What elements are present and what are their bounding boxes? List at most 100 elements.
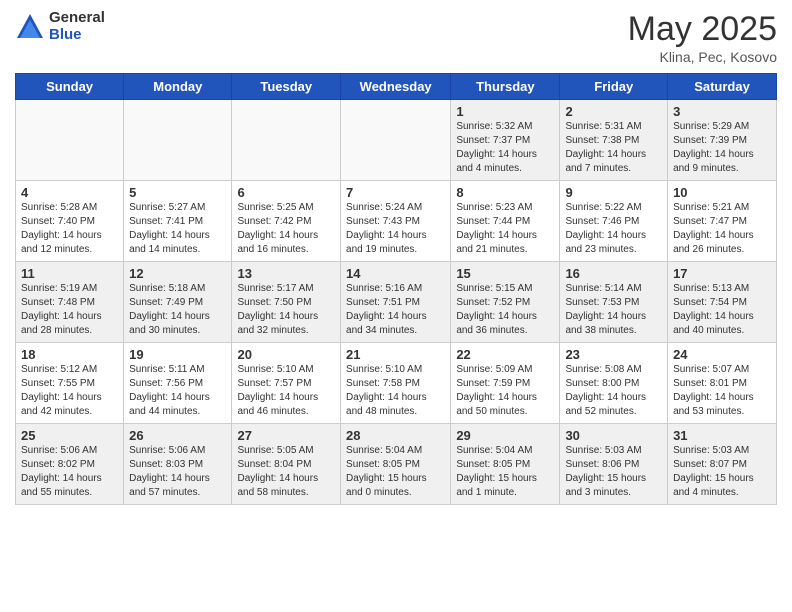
day-info: Sunrise: 5:14 AM Sunset: 7:53 PM Dayligh… [565, 282, 662, 338]
logo-icon [15, 12, 45, 42]
col-header-thursday: Thursday [451, 74, 560, 100]
day-number: 25 [21, 428, 118, 443]
day-info: Sunrise: 5:10 AM Sunset: 7:58 PM Dayligh… [346, 363, 445, 419]
day-number: 5 [129, 185, 226, 200]
day-number: 19 [129, 347, 226, 362]
calendar-cell [16, 100, 124, 181]
day-number: 7 [346, 185, 445, 200]
day-info: Sunrise: 5:21 AM Sunset: 7:47 PM Dayligh… [673, 201, 771, 257]
day-number: 11 [21, 266, 118, 281]
calendar-cell: 22Sunrise: 5:09 AM Sunset: 7:59 PM Dayli… [451, 343, 560, 424]
day-info: Sunrise: 5:25 AM Sunset: 7:42 PM Dayligh… [237, 201, 335, 257]
day-number: 16 [565, 266, 662, 281]
day-info: Sunrise: 5:32 AM Sunset: 7:37 PM Dayligh… [456, 120, 554, 176]
col-header-sunday: Sunday [16, 74, 124, 100]
day-info: Sunrise: 5:08 AM Sunset: 8:00 PM Dayligh… [565, 363, 662, 419]
day-info: Sunrise: 5:04 AM Sunset: 8:05 PM Dayligh… [346, 444, 445, 500]
calendar-cell: 19Sunrise: 5:11 AM Sunset: 7:56 PM Dayli… [124, 343, 232, 424]
day-number: 24 [673, 347, 771, 362]
day-info: Sunrise: 5:03 AM Sunset: 8:06 PM Dayligh… [565, 444, 662, 500]
day-info: Sunrise: 5:05 AM Sunset: 8:04 PM Dayligh… [237, 444, 335, 500]
calendar-cell: 28Sunrise: 5:04 AM Sunset: 8:05 PM Dayli… [341, 424, 451, 505]
day-info: Sunrise: 5:23 AM Sunset: 7:44 PM Dayligh… [456, 201, 554, 257]
calendar-cell: 25Sunrise: 5:06 AM Sunset: 8:02 PM Dayli… [16, 424, 124, 505]
calendar-cell: 23Sunrise: 5:08 AM Sunset: 8:00 PM Dayli… [560, 343, 668, 424]
day-info: Sunrise: 5:16 AM Sunset: 7:51 PM Dayligh… [346, 282, 445, 338]
calendar-cell [341, 100, 451, 181]
day-number: 9 [565, 185, 662, 200]
calendar-cell: 13Sunrise: 5:17 AM Sunset: 7:50 PM Dayli… [232, 262, 341, 343]
calendar-cell: 31Sunrise: 5:03 AM Sunset: 8:07 PM Dayli… [668, 424, 777, 505]
day-number: 13 [237, 266, 335, 281]
day-number: 21 [346, 347, 445, 362]
calendar-header-row: SundayMondayTuesdayWednesdayThursdayFrid… [16, 74, 777, 100]
day-info: Sunrise: 5:13 AM Sunset: 7:54 PM Dayligh… [673, 282, 771, 338]
calendar-cell: 26Sunrise: 5:06 AM Sunset: 8:03 PM Dayli… [124, 424, 232, 505]
calendar-cell: 4Sunrise: 5:28 AM Sunset: 7:40 PM Daylig… [16, 181, 124, 262]
calendar-cell: 27Sunrise: 5:05 AM Sunset: 8:04 PM Dayli… [232, 424, 341, 505]
day-info: Sunrise: 5:09 AM Sunset: 7:59 PM Dayligh… [456, 363, 554, 419]
day-info: Sunrise: 5:10 AM Sunset: 7:57 PM Dayligh… [237, 363, 335, 419]
calendar-cell: 30Sunrise: 5:03 AM Sunset: 8:06 PM Dayli… [560, 424, 668, 505]
day-info: Sunrise: 5:27 AM Sunset: 7:41 PM Dayligh… [129, 201, 226, 257]
day-info: Sunrise: 5:06 AM Sunset: 8:03 PM Dayligh… [129, 444, 226, 500]
day-info: Sunrise: 5:07 AM Sunset: 8:01 PM Dayligh… [673, 363, 771, 419]
calendar-cell: 18Sunrise: 5:12 AM Sunset: 7:55 PM Dayli… [16, 343, 124, 424]
day-number: 1 [456, 104, 554, 119]
calendar-cell: 15Sunrise: 5:15 AM Sunset: 7:52 PM Dayli… [451, 262, 560, 343]
day-number: 6 [237, 185, 335, 200]
calendar-cell: 21Sunrise: 5:10 AM Sunset: 7:58 PM Dayli… [341, 343, 451, 424]
calendar-cell: 7Sunrise: 5:24 AM Sunset: 7:43 PM Daylig… [341, 181, 451, 262]
day-number: 31 [673, 428, 771, 443]
day-number: 14 [346, 266, 445, 281]
calendar-cell: 8Sunrise: 5:23 AM Sunset: 7:44 PM Daylig… [451, 181, 560, 262]
logo-blue: Blue [49, 27, 105, 44]
calendar-cell: 3Sunrise: 5:29 AM Sunset: 7:39 PM Daylig… [668, 100, 777, 181]
calendar-week-row: 18Sunrise: 5:12 AM Sunset: 7:55 PM Dayli… [16, 343, 777, 424]
calendar-cell: 20Sunrise: 5:10 AM Sunset: 7:57 PM Dayli… [232, 343, 341, 424]
calendar-week-row: 4Sunrise: 5:28 AM Sunset: 7:40 PM Daylig… [16, 181, 777, 262]
day-info: Sunrise: 5:28 AM Sunset: 7:40 PM Dayligh… [21, 201, 118, 257]
calendar: SundayMondayTuesdayWednesdayThursdayFrid… [15, 73, 777, 505]
page: General Blue May 2025 Klina, Pec, Kosovo… [0, 0, 792, 612]
calendar-cell: 9Sunrise: 5:22 AM Sunset: 7:46 PM Daylig… [560, 181, 668, 262]
day-info: Sunrise: 5:24 AM Sunset: 7:43 PM Dayligh… [346, 201, 445, 257]
day-info: Sunrise: 5:31 AM Sunset: 7:38 PM Dayligh… [565, 120, 662, 176]
col-header-tuesday: Tuesday [232, 74, 341, 100]
calendar-cell: 12Sunrise: 5:18 AM Sunset: 7:49 PM Dayli… [124, 262, 232, 343]
day-number: 17 [673, 266, 771, 281]
day-number: 27 [237, 428, 335, 443]
logo: General Blue [15, 10, 105, 43]
calendar-cell: 17Sunrise: 5:13 AM Sunset: 7:54 PM Dayli… [668, 262, 777, 343]
day-number: 20 [237, 347, 335, 362]
calendar-cell: 6Sunrise: 5:25 AM Sunset: 7:42 PM Daylig… [232, 181, 341, 262]
header: General Blue May 2025 Klina, Pec, Kosovo [15, 10, 777, 65]
day-info: Sunrise: 5:11 AM Sunset: 7:56 PM Dayligh… [129, 363, 226, 419]
calendar-cell: 16Sunrise: 5:14 AM Sunset: 7:53 PM Dayli… [560, 262, 668, 343]
day-number: 22 [456, 347, 554, 362]
day-info: Sunrise: 5:12 AM Sunset: 7:55 PM Dayligh… [21, 363, 118, 419]
calendar-cell: 29Sunrise: 5:04 AM Sunset: 8:05 PM Dayli… [451, 424, 560, 505]
calendar-cell: 5Sunrise: 5:27 AM Sunset: 7:41 PM Daylig… [124, 181, 232, 262]
col-header-monday: Monday [124, 74, 232, 100]
day-info: Sunrise: 5:17 AM Sunset: 7:50 PM Dayligh… [237, 282, 335, 338]
day-info: Sunrise: 5:06 AM Sunset: 8:02 PM Dayligh… [21, 444, 118, 500]
calendar-cell: 11Sunrise: 5:19 AM Sunset: 7:48 PM Dayli… [16, 262, 124, 343]
day-number: 15 [456, 266, 554, 281]
calendar-cell: 14Sunrise: 5:16 AM Sunset: 7:51 PM Dayli… [341, 262, 451, 343]
calendar-cell: 10Sunrise: 5:21 AM Sunset: 7:47 PM Dayli… [668, 181, 777, 262]
day-number: 4 [21, 185, 118, 200]
day-number: 3 [673, 104, 771, 119]
title-section: May 2025 Klina, Pec, Kosovo [628, 10, 777, 65]
calendar-cell [124, 100, 232, 181]
day-number: 2 [565, 104, 662, 119]
day-info: Sunrise: 5:03 AM Sunset: 8:07 PM Dayligh… [673, 444, 771, 500]
logo-text: General Blue [49, 10, 105, 43]
calendar-cell: 2Sunrise: 5:31 AM Sunset: 7:38 PM Daylig… [560, 100, 668, 181]
calendar-week-row: 25Sunrise: 5:06 AM Sunset: 8:02 PM Dayli… [16, 424, 777, 505]
day-number: 23 [565, 347, 662, 362]
day-info: Sunrise: 5:22 AM Sunset: 7:46 PM Dayligh… [565, 201, 662, 257]
calendar-cell [232, 100, 341, 181]
day-number: 26 [129, 428, 226, 443]
day-info: Sunrise: 5:15 AM Sunset: 7:52 PM Dayligh… [456, 282, 554, 338]
